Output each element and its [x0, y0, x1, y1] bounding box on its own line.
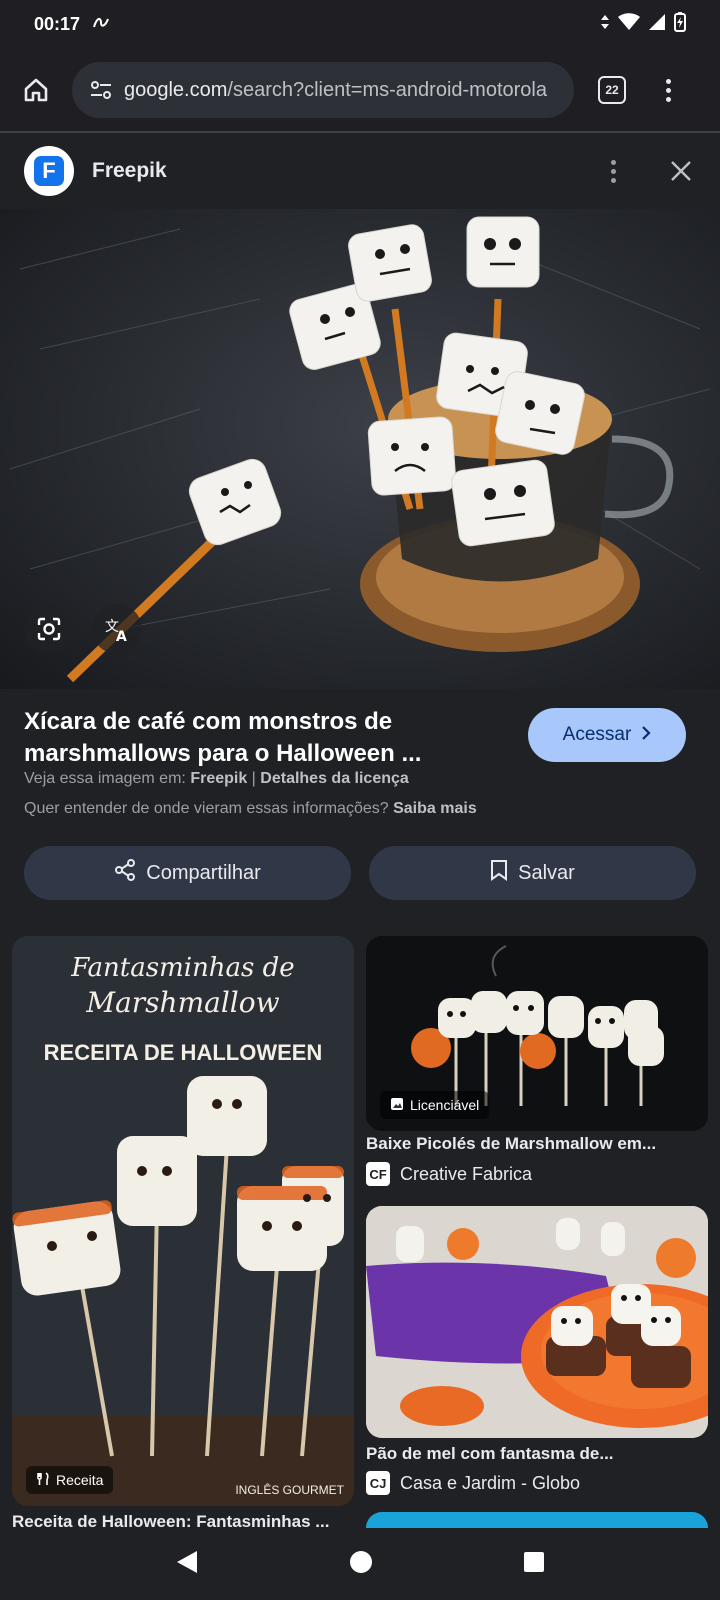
licensable-label: Licenciável — [410, 1097, 480, 1113]
url-path: /search?client=ms-android-motorola — [227, 78, 547, 101]
site-settings-icon[interactable] — [86, 75, 116, 105]
ghost-marshmallow-image: Fantasminhas de Marshmallow RECEITA DE H… — [12, 936, 354, 1506]
share-icon — [114, 859, 136, 887]
back-icon[interactable] — [175, 1549, 199, 1580]
related-result-card[interactable] — [366, 1206, 708, 1438]
save-button[interactable]: Salvar — [369, 846, 696, 900]
overlay-line2: Marshmallow — [85, 986, 279, 1019]
browser-toolbar: google.com/search?client=ms-android-moto… — [0, 48, 720, 132]
source-name: Creative Fabrica — [400, 1163, 533, 1184]
signal-icon — [648, 13, 666, 36]
main-image[interactable]: 文A — [0, 209, 720, 689]
watermark: INGLÊS GOURMET — [235, 1482, 344, 1497]
url-host: google.com — [124, 78, 228, 101]
overlay-line1: Fantasminhas de — [70, 953, 294, 983]
source-favicon: CJ — [366, 1471, 390, 1495]
home-icon[interactable] — [14, 68, 58, 112]
wifi-icon — [618, 12, 640, 36]
overlay-line3: RECEITA DE HALLOWEEN — [44, 1040, 323, 1065]
action-row: Compartilhar Salvar — [24, 846, 696, 900]
source-name: Freepik — [92, 159, 167, 182]
fork-knife-icon — [36, 1471, 50, 1489]
save-label: Salvar — [518, 861, 575, 884]
source-favicon: CF — [366, 1162, 390, 1186]
recipe-badge-label: Receita — [56, 1472, 104, 1488]
related-result-title[interactable]: Pão de mel com fantasma de... — [366, 1444, 696, 1464]
share-button[interactable]: Compartilhar — [24, 846, 351, 900]
chevron-right-icon — [641, 724, 651, 746]
related-result-source[interactable]: CJ Casa e Jardim - Globo — [366, 1471, 580, 1495]
related-result-source[interactable]: CF Creative Fabrica — [366, 1162, 532, 1186]
source-name: Casa e Jardim - Globo — [400, 1472, 581, 1493]
browser-menu-icon[interactable] — [666, 78, 671, 102]
url-text: google.com/search?client=ms-android-moto… — [124, 79, 547, 102]
visit-button[interactable]: Acessar — [528, 708, 686, 762]
learn-more-link[interactable]: Saiba mais — [393, 800, 477, 817]
result-title[interactable]: Xícara de café com monstros de marshmall… — [24, 706, 494, 770]
visit-label: Acessar — [562, 724, 632, 745]
related-result-title[interactable]: Baixe Picolés de Marshmallow em... — [366, 1134, 696, 1154]
more-options-icon[interactable] — [611, 159, 616, 183]
licensable-badge: Licenciável — [380, 1091, 490, 1119]
related-result-card[interactable]: Fantasminhas de Marshmallow RECEITA DE H… — [12, 936, 354, 1506]
close-icon[interactable] — [666, 156, 696, 186]
license-details-link[interactable]: Detalhes da licença — [260, 770, 409, 787]
info-question: Quer entender de onde vieram essas infor… — [24, 800, 389, 817]
related-result-card[interactable]: Licenciável — [366, 936, 708, 1131]
data-arrows-icon — [600, 14, 610, 35]
bookmark-icon — [490, 859, 508, 887]
recipe-badge: Receita — [26, 1466, 114, 1494]
tab-count: 22 — [605, 83, 619, 97]
image-icon — [390, 1097, 404, 1114]
assistant-icon — [92, 15, 110, 34]
view-on-line: Veja essa imagem em: Freepik | Detalhes … — [24, 770, 409, 787]
tab-switcher-button[interactable]: 22 — [598, 76, 626, 104]
image-panel-header: F Freepik — [0, 133, 720, 209]
translate-icon[interactable]: 文A — [92, 604, 142, 654]
system-nav-bar — [0, 1528, 720, 1600]
honey-bread-ghost-image — [366, 1206, 708, 1438]
view-on-prefix: Veja essa imagem em: — [24, 770, 186, 787]
status-time: 00:17 — [34, 13, 81, 34]
address-bar[interactable]: google.com/search?client=ms-android-moto… — [72, 62, 574, 118]
source-logo: F — [24, 146, 74, 196]
info-line: Quer entender de onde vieram essas infor… — [24, 800, 477, 818]
share-label: Compartilhar — [146, 861, 261, 884]
status-bar: 00:17 — [0, 0, 720, 48]
svg-text:A: A — [116, 629, 127, 643]
home-nav-icon[interactable] — [349, 1550, 373, 1579]
view-on-source-link[interactable]: Freepik — [190, 770, 247, 787]
lens-search-icon[interactable] — [24, 604, 74, 654]
battery-charging-icon — [674, 11, 686, 37]
recents-icon[interactable] — [523, 1551, 545, 1578]
